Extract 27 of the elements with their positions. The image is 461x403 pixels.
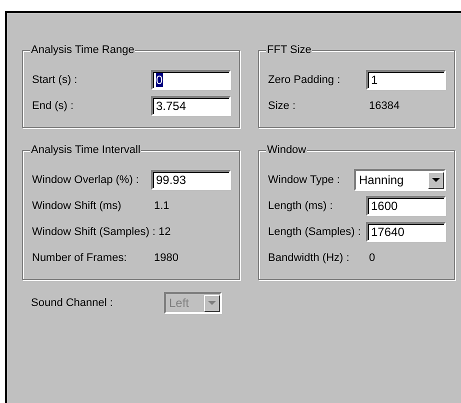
field-value: 0 xyxy=(368,250,376,266)
field-label: Number of Frames: xyxy=(32,250,127,266)
dropdown[interactable]: Hanning xyxy=(354,169,446,191)
field-label: Window Shift (Samples) : xyxy=(32,224,156,240)
field-value: 16384 xyxy=(368,98,401,114)
field-label: Size : xyxy=(268,98,296,114)
input-field[interactable]: 0 xyxy=(151,70,231,90)
field-value: 1.1 xyxy=(153,198,170,214)
field-label: End (s) : xyxy=(32,98,74,114)
field-label: Window Overlap (%) : xyxy=(32,172,139,188)
group-title: Analysis Time Range xyxy=(30,43,136,57)
input-field[interactable]: 17640 xyxy=(366,222,446,242)
field-label: Window Type : xyxy=(268,172,340,188)
field-value: 1980 xyxy=(153,250,180,266)
field-label: Length (Samples) : xyxy=(268,224,361,240)
input-field[interactable]: 1 xyxy=(366,70,446,90)
input-field[interactable]: 99.93 xyxy=(151,170,231,190)
field-label: Window Shift (ms) xyxy=(32,198,122,214)
field-label: Start (s) : xyxy=(32,72,78,88)
field-label: Zero Padding : xyxy=(268,72,340,88)
field-label: Bandwidth (Hz) : xyxy=(268,250,350,266)
field-value: 12 xyxy=(157,224,172,240)
input-field[interactable]: 3.754 xyxy=(151,96,231,116)
field-label: Length (ms) : xyxy=(268,198,333,214)
field-label: Sound Channel : xyxy=(31,296,113,311)
group-title: Analysis Time Intervall xyxy=(30,143,142,157)
input-field[interactable]: 1600 xyxy=(366,196,446,216)
